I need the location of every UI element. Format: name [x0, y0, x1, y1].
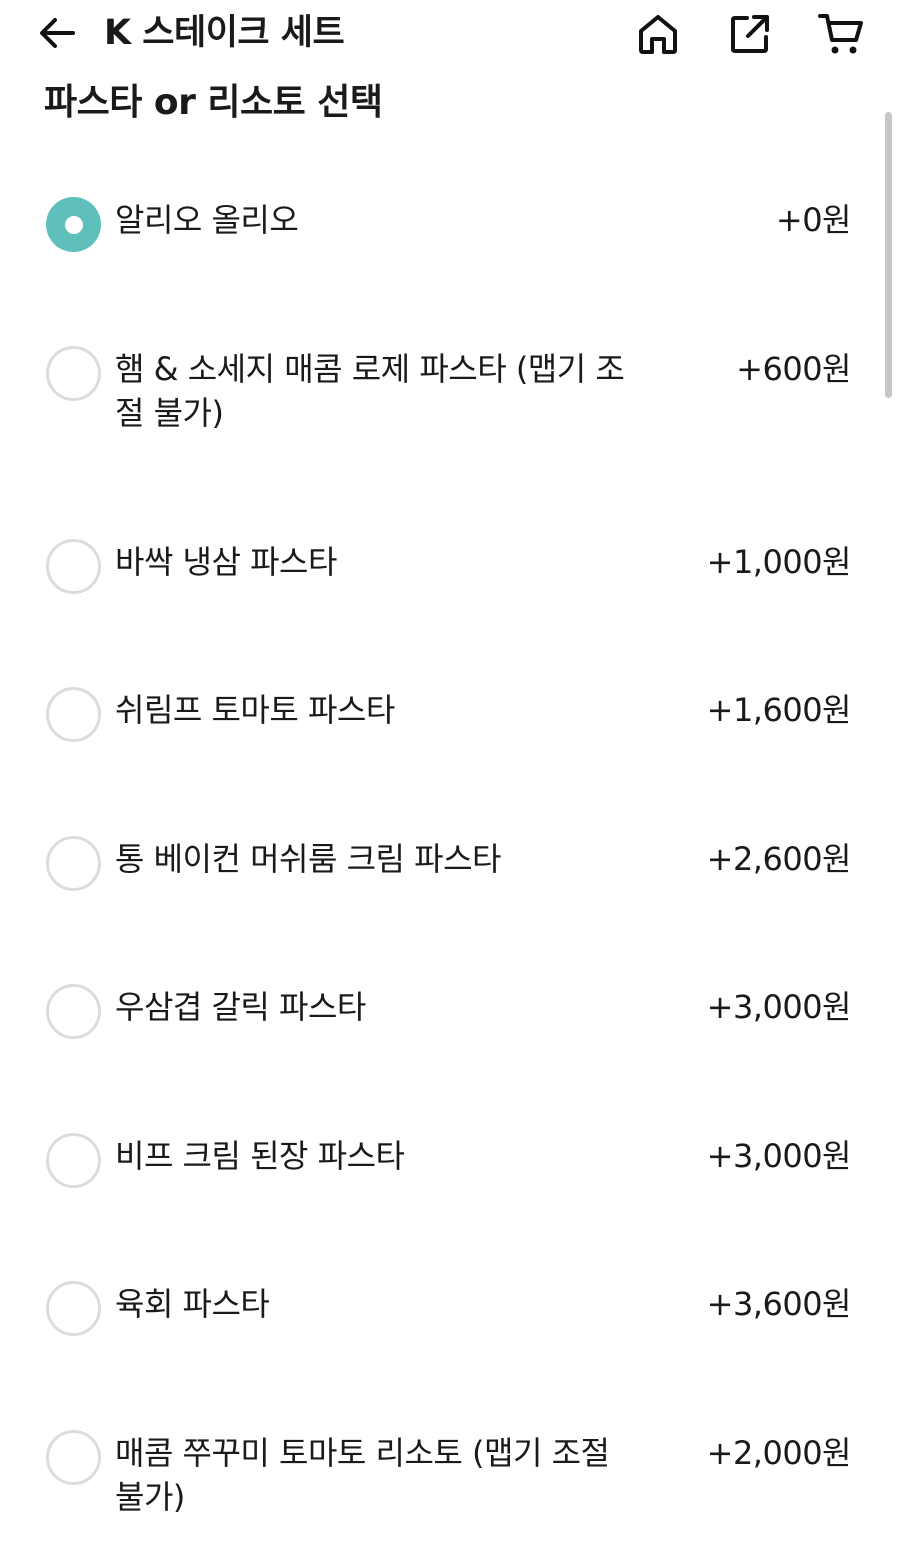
top-header: K 스테이크 세트 — [0, 0, 900, 66]
option-price: +2,600원 — [706, 840, 852, 878]
home-button[interactable] — [632, 8, 684, 60]
radio-button-selected[interactable] — [46, 197, 101, 252]
option-select-page: K 스테이크 세트 파스타 or 리소토 선택 알리오 올리오 +0원햄 & 소세… — [0, 0, 900, 1553]
radio-dot-icon — [64, 215, 83, 234]
radio-button[interactable] — [46, 1430, 101, 1485]
radio-button[interactable] — [46, 1281, 101, 1336]
radio-button[interactable] — [46, 346, 101, 401]
option-label: 햄 & 소세지 매콤 로제 파스타 (맵기 조절 불가) — [115, 350, 625, 432]
option-price: +1,000원 — [706, 543, 852, 581]
option-price: +3,000원 — [706, 988, 852, 1026]
option-label: 쉬림프 토마토 파스타 — [115, 691, 395, 729]
section-title: 파스타 or 리소토 선택 — [44, 82, 383, 123]
option-price: +1,600원 — [706, 691, 852, 729]
share-button[interactable] — [724, 8, 776, 60]
radio-button[interactable] — [46, 984, 101, 1039]
scrollbar-thumb[interactable] — [885, 112, 892, 398]
radio-button[interactable] — [46, 687, 101, 742]
page-title: K 스테이크 세트 — [104, 13, 345, 53]
option-price: +3,000원 — [706, 1137, 852, 1175]
option-label: 알리오 올리오 — [115, 201, 299, 239]
option-price: +3,600원 — [706, 1285, 852, 1323]
option-price: +2,000원 — [706, 1434, 852, 1472]
radio-button[interactable] — [46, 539, 101, 594]
cart-icon — [818, 14, 863, 54]
share-icon — [731, 15, 769, 53]
option-price: +600원 — [736, 350, 851, 388]
home-icon — [639, 15, 677, 54]
option-label: 통 베이컨 머쉬룸 크림 파스타 — [115, 840, 501, 878]
option-label: 비프 크림 된장 파스타 — [115, 1137, 405, 1175]
cart-button[interactable] — [815, 8, 867, 60]
option-label: 바싹 냉삼 파스타 — [115, 543, 337, 581]
radio-button[interactable] — [46, 836, 101, 891]
option-label: 육회 파스타 — [115, 1285, 270, 1323]
back-button[interactable] — [32, 10, 82, 56]
option-price: +0원 — [775, 201, 852, 239]
option-label: 우삼겹 갈릭 파스타 — [115, 988, 366, 1026]
option-label: 매콤 쭈꾸미 토마토 리소토 (맵기 조절 불가) — [115, 1434, 610, 1516]
radio-button[interactable] — [46, 1133, 101, 1188]
back-arrow-icon — [40, 18, 75, 48]
